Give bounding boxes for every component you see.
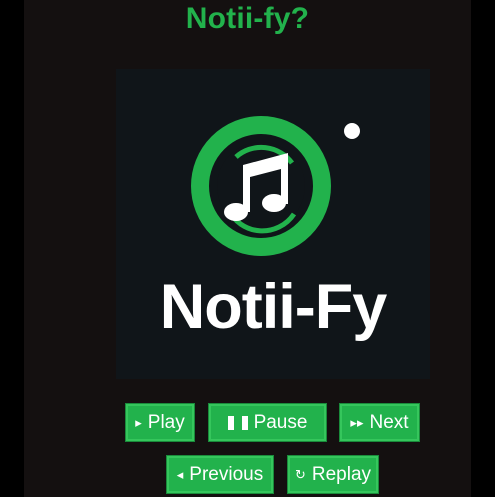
next-button[interactable]: ▸▸ Next: [339, 403, 420, 442]
right-border: [471, 0, 495, 497]
page-title: Notii-fy?: [185, 2, 310, 35]
logo-image: Notii-Fy: [116, 69, 430, 379]
next-icon: ▸▸: [350, 414, 364, 430]
previous-label: Previous: [189, 463, 264, 485]
next-label: Next: [369, 411, 409, 433]
app-content: Notii-fy? Notii-Fy ▸ Play Pause ▸▸ Next …: [24, 0, 471, 497]
previous-icon: ◂: [176, 466, 184, 482]
logo-wordmark: Notii-Fy: [159, 272, 387, 342]
play-button[interactable]: ▸ Play: [125, 403, 195, 442]
replay-icon: ↻: [294, 466, 306, 482]
previous-button[interactable]: ◂ Previous: [166, 455, 274, 494]
pause-label: Pause: [253, 411, 308, 433]
pause-icon: [227, 415, 248, 430]
play-label: Play: [147, 411, 185, 433]
play-icon: ▸: [135, 414, 142, 430]
replay-label: Replay: [311, 463, 372, 485]
replay-button[interactable]: ↻ Replay: [287, 455, 379, 494]
pause-button[interactable]: Pause: [208, 403, 327, 442]
left-border: [0, 0, 24, 497]
